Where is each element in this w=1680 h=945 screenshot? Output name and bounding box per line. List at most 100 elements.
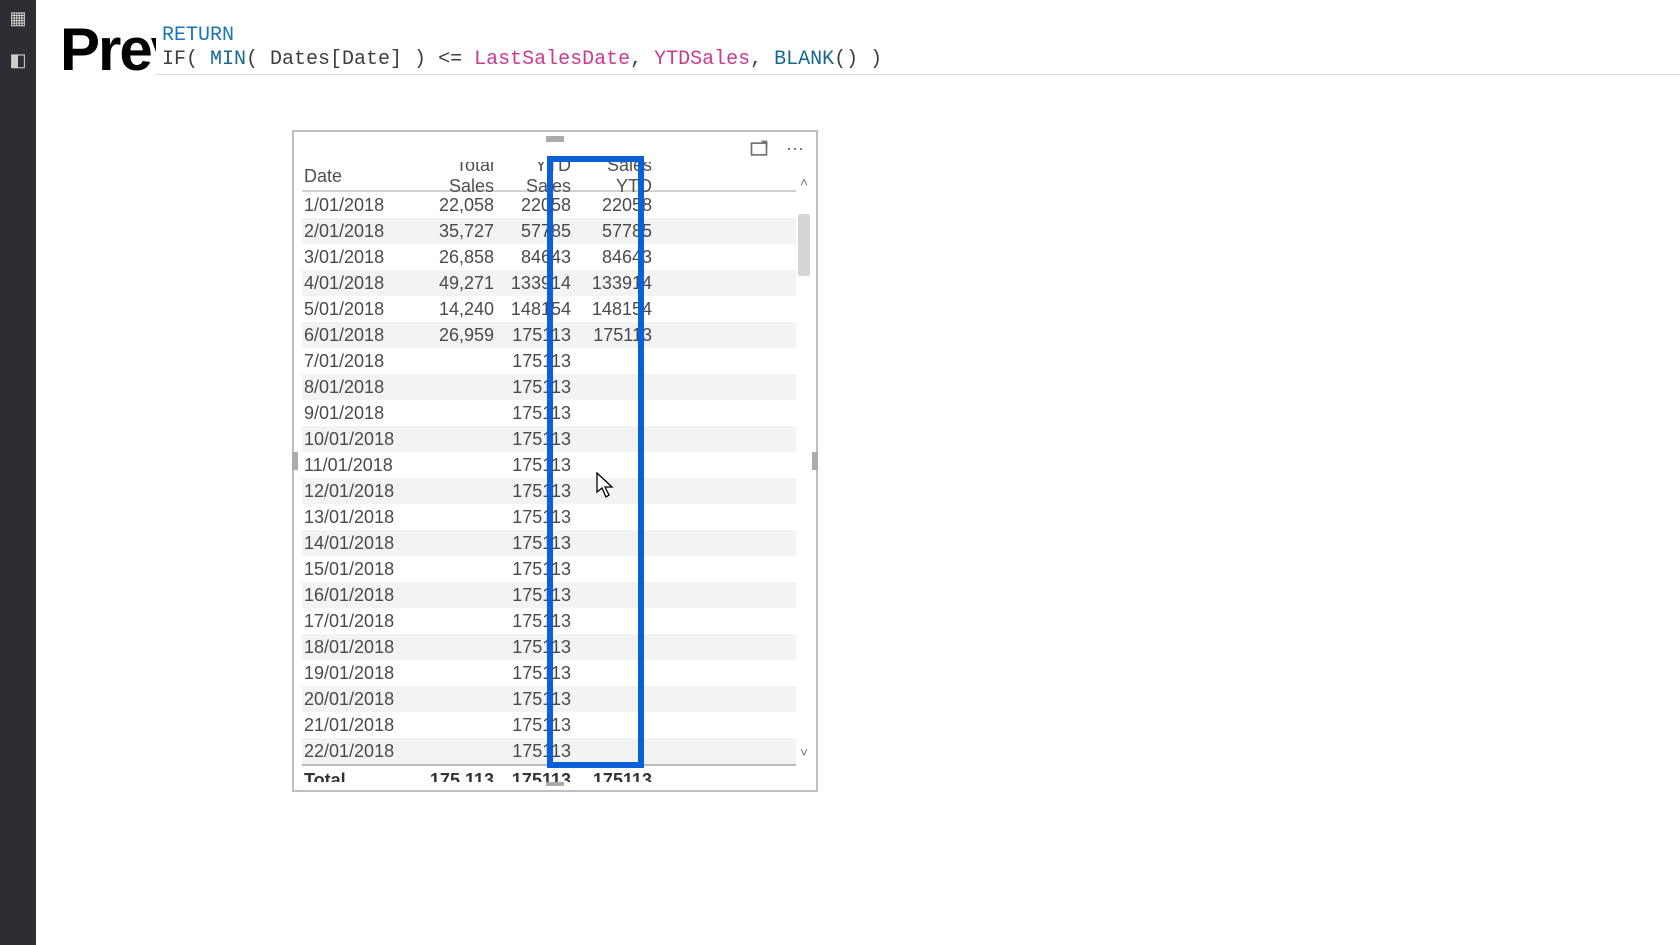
cell-c3: 175113 — [494, 351, 571, 372]
col-header-date[interactable]: Date — [302, 166, 409, 187]
vertical-scrollbar[interactable]: ˄ ˅ — [796, 174, 812, 760]
cell-c4: 133914 — [571, 273, 656, 294]
cell-c3: 175113 — [494, 429, 571, 450]
cell-c3: 175113 — [494, 403, 571, 424]
dax-text: ( Dates[Date] ) <= — [246, 48, 474, 71]
cell-c1: 6/01/2018 — [302, 325, 409, 346]
table-row[interactable]: 2/01/201835,7275778557785 — [302, 218, 796, 244]
dax-text: , — [750, 48, 774, 71]
cell-c1: 20/01/2018 — [302, 689, 409, 710]
dax-ident-ytdsales: YTDSales — [654, 48, 750, 71]
cell-c1: 21/01/2018 — [302, 715, 409, 736]
report-view-icon[interactable]: ▦ — [0, 0, 36, 36]
resize-handle-right[interactable] — [812, 452, 818, 470]
cell-c3: 175113 — [494, 455, 571, 476]
table-row[interactable]: 1/01/201822,0582205822058 — [302, 192, 796, 218]
cell-c1: 3/01/2018 — [302, 247, 409, 268]
cell-c2: 14,240 — [409, 299, 494, 320]
dax-func-min: MIN — [210, 48, 246, 71]
focus-mode-icon[interactable] — [748, 138, 770, 160]
table-row[interactable]: 9/01/2018175113 — [302, 400, 796, 426]
cell-c1: 4/01/2018 — [302, 273, 409, 294]
cell-c4: 22058 — [571, 195, 656, 216]
table-row[interactable]: 20/01/2018 175113 — [302, 686, 796, 712]
table-row[interactable]: 22/01/2018 175113 — [302, 738, 796, 764]
table-header-row: Date Total Sales YTD Sales Sales YTD — [302, 162, 796, 192]
cell-c1: 1/01/2018 — [302, 195, 409, 216]
cell-c1: 8/01/2018 — [302, 377, 409, 398]
cell-c1: 17/01/2018 — [302, 611, 409, 632]
more-options-icon[interactable]: ⋯ — [784, 138, 806, 160]
left-nav-rail: ▦ ◧ — [0, 0, 36, 945]
cell-c2: 26,858 — [409, 247, 494, 268]
table-row[interactable]: 11/01/2018 175113 — [302, 452, 796, 478]
cell-c3: 84643 — [494, 247, 571, 268]
cell-c3: 175113 — [494, 741, 571, 762]
cell-c1: 16/01/2018 — [302, 585, 409, 606]
cell-c2: 35,727 — [409, 221, 494, 242]
cell-c1: 14/01/2018 — [302, 533, 409, 554]
table-total-row: Total 175,113 175113 175113 — [302, 764, 796, 782]
cell-c2: 22,058 — [409, 195, 494, 216]
cell-c4: 57785 — [571, 221, 656, 242]
cell-c3: 175113 — [494, 377, 571, 398]
table-row[interactable]: 10/01/2018175113 — [302, 426, 796, 452]
scroll-up-arrow-icon[interactable]: ˄ — [796, 174, 812, 190]
table-row[interactable]: 19/01/2018175113 — [302, 660, 796, 686]
cell-c1: 12/01/2018 — [302, 481, 409, 502]
table-row[interactable]: 17/01/2018 175113 — [302, 608, 796, 634]
table-row[interactable]: 8/01/2018 175113 — [302, 374, 796, 400]
cell-c1: 18/01/2018 — [302, 637, 409, 658]
cell-c3: 22058 — [494, 195, 571, 216]
formula-bar[interactable]: RETURN IF( MIN( Dates[Date] ) <= LastSal… — [156, 22, 1680, 75]
total-total-sales: 175,113 — [409, 770, 494, 783]
table-row[interactable]: 6/01/201826,959175113175113 — [302, 322, 796, 348]
table-row[interactable]: 12/01/2018175113 — [302, 478, 796, 504]
table-visual[interactable]: ⋯ Date Total Sales YTD Sales Sales YTD 1… — [292, 130, 818, 792]
table-row[interactable]: 3/01/201826,8588464384643 — [302, 244, 796, 270]
cell-c1: 5/01/2018 — [302, 299, 409, 320]
cell-c3: 175113 — [494, 637, 571, 658]
table-row[interactable]: 15/01/2018 175113 — [302, 556, 796, 582]
cell-c1: 19/01/2018 — [302, 663, 409, 684]
col-header-ytd-sales[interactable]: YTD Sales — [494, 162, 571, 197]
dax-text: IF( — [162, 48, 210, 71]
table-row[interactable]: 5/01/201814,240148154148154 — [302, 296, 796, 322]
cell-c1: 15/01/2018 — [302, 559, 409, 580]
cell-c3: 175113 — [494, 585, 571, 606]
cell-c3: 175113 — [494, 689, 571, 710]
data-table[interactable]: Date Total Sales YTD Sales Sales YTD 1/0… — [302, 162, 796, 782]
cell-c3: 175113 — [494, 611, 571, 632]
total-label: Total — [302, 770, 409, 783]
scroll-thumb[interactable] — [798, 214, 810, 276]
table-row[interactable]: 7/01/2018175113 — [302, 348, 796, 374]
table-row[interactable]: 4/01/201849,271133914133914 — [302, 270, 796, 296]
resize-handle-left[interactable] — [292, 452, 298, 470]
cell-c1: 13/01/2018 — [302, 507, 409, 528]
cell-c3: 175113 — [494, 559, 571, 580]
total-sales-ytd: 175113 — [571, 770, 656, 783]
cell-c3: 175113 — [494, 325, 571, 346]
cell-c3: 175113 — [494, 533, 571, 554]
cell-c2: 49,271 — [409, 273, 494, 294]
table-row[interactable]: 16/01/2018 175113 — [302, 582, 796, 608]
cell-c4: 84643 — [571, 247, 656, 268]
dax-text: () ) — [834, 48, 882, 71]
col-header-sales-ytd[interactable]: Sales YTD — [571, 162, 656, 197]
visual-action-bar: ⋯ — [748, 138, 806, 160]
cell-c3: 175113 — [494, 715, 571, 736]
table-row[interactable]: 14/01/2018 175113 — [302, 530, 796, 556]
cell-c3: 175113 — [494, 507, 571, 528]
dax-func-blank: BLANK — [774, 48, 834, 71]
scroll-down-arrow-icon[interactable]: ˅ — [796, 744, 812, 760]
model-view-icon[interactable]: ◧ — [0, 42, 36, 78]
resize-handle-top[interactable] — [546, 136, 564, 142]
cell-c1: 11/01/2018 — [302, 455, 409, 476]
cell-c1: 2/01/2018 — [302, 221, 409, 242]
cell-c3: 148154 — [494, 299, 571, 320]
table-row[interactable]: 21/01/2018 175113 — [302, 712, 796, 738]
cell-c1: 22/01/2018 — [302, 741, 409, 762]
table-row[interactable]: 13/01/2018 175113 — [302, 504, 796, 530]
col-header-total-sales[interactable]: Total Sales — [409, 162, 494, 197]
table-row[interactable]: 18/01/2018 175113 — [302, 634, 796, 660]
